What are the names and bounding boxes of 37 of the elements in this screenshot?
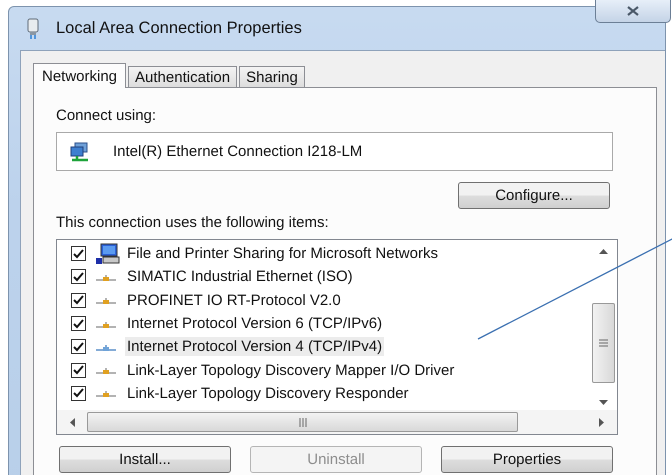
checkbox[interactable] [71, 362, 86, 378]
tab[interactable]: Authentication [128, 66, 238, 87]
tab[interactable]: Sharing [239, 66, 305, 87]
window-title: Local Area Connection Properties [56, 19, 302, 38]
checkbox[interactable] [71, 246, 86, 262]
checkbox[interactable] [71, 292, 86, 308]
action-button[interactable]: Properties [441, 446, 613, 473]
item-label[interactable]: Link-Layer Topology Discovery Mapper I/O Driver [125, 360, 456, 380]
checkbox[interactable] [71, 339, 86, 354]
item-label[interactable]: PROFINET IO RT-Protocol V2.0 [125, 290, 343, 310]
grip-icon [298, 418, 306, 426]
horizontal-scrollbar[interactable] [57, 410, 617, 434]
item-label[interactable]: Link-Layer Topology Discovery Responder [125, 384, 411, 403]
tab[interactable]: Networking [33, 63, 126, 88]
close-icon [626, 6, 640, 16]
connect-using-label: Connect using: [56, 107, 158, 124]
scroll-right-arrow-icon[interactable] [599, 418, 606, 426]
item-label[interactable]: SIMATIC Industrial Ethernet (ISO) [125, 267, 355, 286]
checkbox[interactable] [71, 316, 86, 332]
scrollbar-thumb[interactable] [86, 412, 518, 432]
grip-icon [599, 339, 608, 347]
items-label: This connection uses the following items: [56, 214, 330, 231]
adapter-name: Intel(R) Ethernet Connection I218-LM [113, 143, 362, 160]
action-button[interactable]: Install... [59, 446, 231, 473]
item-label[interactable]: Internet Protocol Version 6 (TCP/IPv6) [125, 314, 384, 334]
configure-button[interactable]: Configure... [458, 182, 610, 209]
scrollbar-thumb[interactable] [592, 303, 615, 383]
checkbox[interactable] [71, 269, 86, 284]
close-button[interactable] [595, 0, 671, 23]
item-label[interactable]: Internet Protocol Version 4 (TCP/IPv4) [125, 337, 384, 356]
network-plug-icon [26, 18, 40, 40]
scroll-down-arrow-icon[interactable] [599, 400, 608, 406]
network-adapter-icon [69, 142, 91, 162]
scroll-left-arrow-icon[interactable] [69, 418, 75, 426]
checkbox[interactable] [71, 386, 86, 401]
scroll-up-arrow-icon[interactable] [599, 248, 608, 254]
item-label[interactable]: File and Printer Sharing for Microsoft Networks [125, 244, 440, 264]
